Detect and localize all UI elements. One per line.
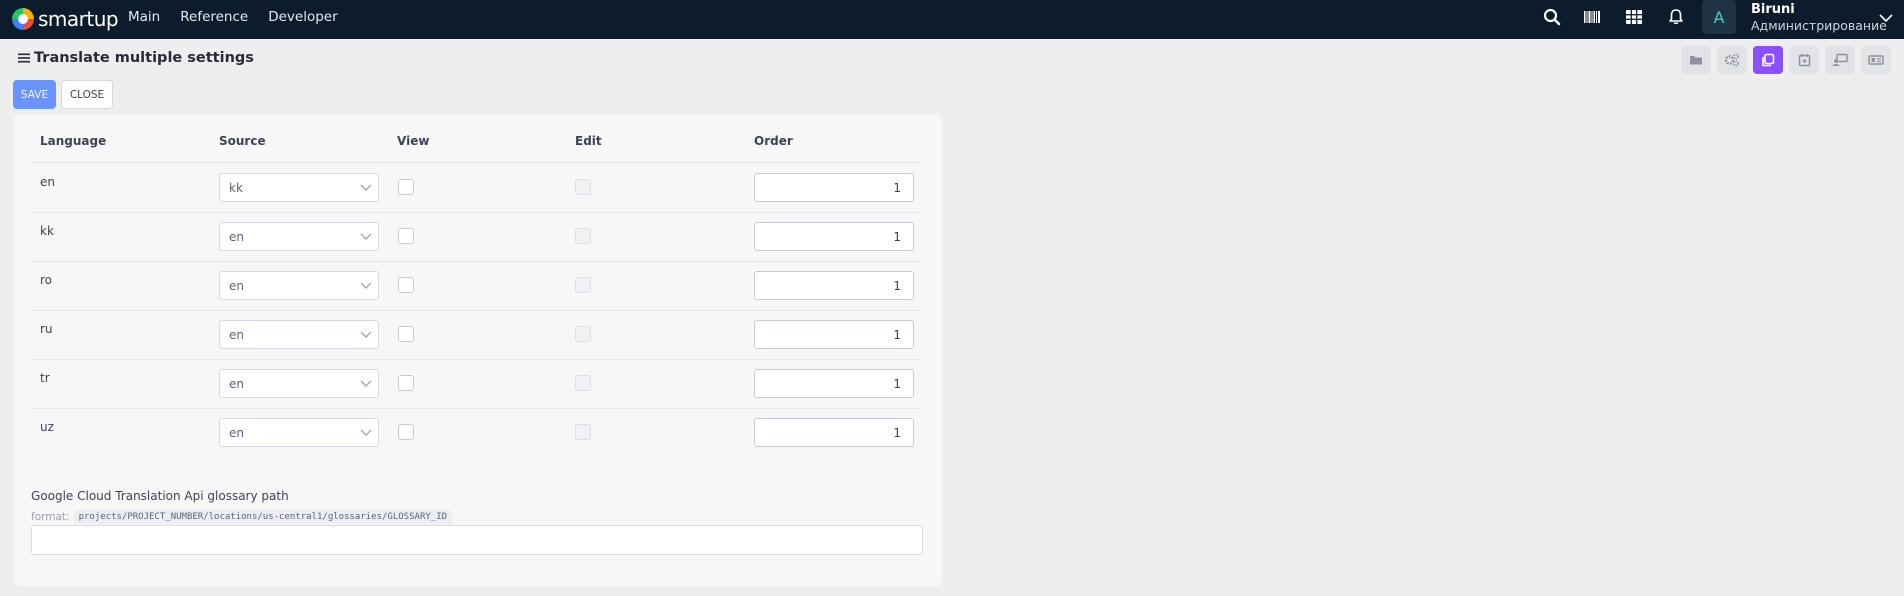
app-logo[interactable]: smartup xyxy=(12,6,119,32)
row-divider xyxy=(31,359,923,360)
apps-grid-icon[interactable] xyxy=(1625,8,1643,26)
edit-checkbox xyxy=(575,326,591,342)
chevron-down-icon xyxy=(360,331,372,338)
user-name[interactable]: Biruni xyxy=(1751,2,1795,17)
calendar-icon xyxy=(1798,54,1810,67)
column-header-edit: Edit xyxy=(575,134,602,148)
source-select[interactable]: en xyxy=(219,222,379,251)
glossary-path-label: Google Cloud Translation Api glossary pa… xyxy=(31,489,289,503)
view-checkbox[interactable] xyxy=(398,228,414,244)
barcode-icon[interactable] xyxy=(1583,8,1601,26)
language-cell: ro xyxy=(40,273,53,287)
glossary-format-hint: format: projects/PROJECT_NUMBER/location… xyxy=(31,510,453,524)
chevron-down-icon xyxy=(360,233,372,240)
glossary-format-value: projects/PROJECT_NUMBER/locations/us-cen… xyxy=(73,510,453,524)
language-cell: uz xyxy=(40,420,54,434)
page-title-text: Translate multiple settings xyxy=(34,50,254,66)
order-input[interactable] xyxy=(754,369,914,398)
nav-item-reference[interactable]: Reference xyxy=(180,9,248,25)
id-card-button[interactable] xyxy=(1861,46,1891,74)
monitor-user-button[interactable] xyxy=(1825,46,1855,74)
source-select[interactable]: en xyxy=(219,369,379,398)
view-checkbox[interactable] xyxy=(398,424,414,440)
language-cell: en xyxy=(40,175,55,189)
chevron-down-icon xyxy=(360,429,372,436)
edit-checkbox xyxy=(575,179,591,195)
folder-button[interactable] xyxy=(1681,46,1711,74)
source-select[interactable]: en xyxy=(219,271,379,300)
search-icon[interactable] xyxy=(1543,8,1561,26)
order-input[interactable] xyxy=(754,320,914,349)
edit-checkbox xyxy=(575,424,591,440)
edit-checkbox xyxy=(575,228,591,244)
brand-name: smartup xyxy=(38,7,119,31)
order-input[interactable] xyxy=(754,222,914,251)
row-divider xyxy=(31,261,923,262)
source-select-value: en xyxy=(229,229,244,244)
order-input[interactable] xyxy=(754,173,914,202)
source-select[interactable]: en xyxy=(219,418,379,447)
page-title: Translate multiple settings xyxy=(18,50,254,66)
source-select-value: kk xyxy=(229,180,243,195)
gears-icon xyxy=(1724,53,1740,67)
monitor-user-icon xyxy=(1832,53,1848,66)
view-checkbox[interactable] xyxy=(398,277,414,293)
chevron-down-icon xyxy=(360,184,372,191)
logo-mark-icon xyxy=(12,8,34,30)
bell-icon[interactable] xyxy=(1667,8,1685,26)
view-checkbox[interactable] xyxy=(398,375,414,391)
nav-item-main[interactable]: Main xyxy=(128,9,160,25)
source-select-value: en xyxy=(229,376,244,391)
column-header-order: Order xyxy=(754,134,793,148)
copy-button[interactable] xyxy=(1753,46,1783,74)
row-divider xyxy=(31,310,923,311)
copy-icon xyxy=(1762,53,1775,67)
top-navbar: smartup Main Reference Developer A Birun… xyxy=(0,0,1904,39)
main-nav: Main Reference Developer xyxy=(128,0,358,33)
language-cell: ru xyxy=(40,322,53,336)
close-button[interactable]: CLOSE xyxy=(61,80,113,109)
view-checkbox[interactable] xyxy=(398,179,414,195)
edit-checkbox xyxy=(575,375,591,391)
column-header-language: Language xyxy=(40,134,107,148)
chevron-down-icon xyxy=(360,380,372,387)
source-select[interactable]: en xyxy=(219,320,379,349)
chevron-down-icon xyxy=(360,282,372,289)
source-select[interactable]: kk xyxy=(219,173,379,202)
folder-icon xyxy=(1690,56,1702,65)
calendar-button[interactable] xyxy=(1789,46,1819,74)
source-select-value: en xyxy=(229,425,244,440)
settings-button[interactable] xyxy=(1717,46,1747,74)
id-card-icon xyxy=(1868,55,1884,65)
edit-checkbox xyxy=(575,277,591,293)
source-select-value: en xyxy=(229,327,244,342)
order-input[interactable] xyxy=(754,271,914,300)
glossary-path-input[interactable] xyxy=(31,525,923,555)
view-checkbox[interactable] xyxy=(398,326,414,342)
glossary-format-label: format: xyxy=(31,511,70,523)
language-cell: kk xyxy=(40,224,54,238)
user-role[interactable]: Администрирование xyxy=(1751,18,1887,33)
source-select-value: en xyxy=(229,278,244,293)
save-button[interactable]: SAVE xyxy=(13,80,56,109)
column-header-view: View xyxy=(397,134,430,148)
order-input[interactable] xyxy=(754,418,914,447)
chevron-down-icon[interactable] xyxy=(1879,14,1893,23)
nav-item-developer[interactable]: Developer xyxy=(268,9,337,25)
row-divider xyxy=(31,212,923,213)
language-cell: tr xyxy=(40,371,50,385)
avatar[interactable]: A xyxy=(1702,0,1736,34)
column-header-source: Source xyxy=(219,134,266,148)
menu-icon[interactable] xyxy=(18,53,30,63)
row-divider xyxy=(31,162,923,163)
row-divider xyxy=(31,408,923,409)
